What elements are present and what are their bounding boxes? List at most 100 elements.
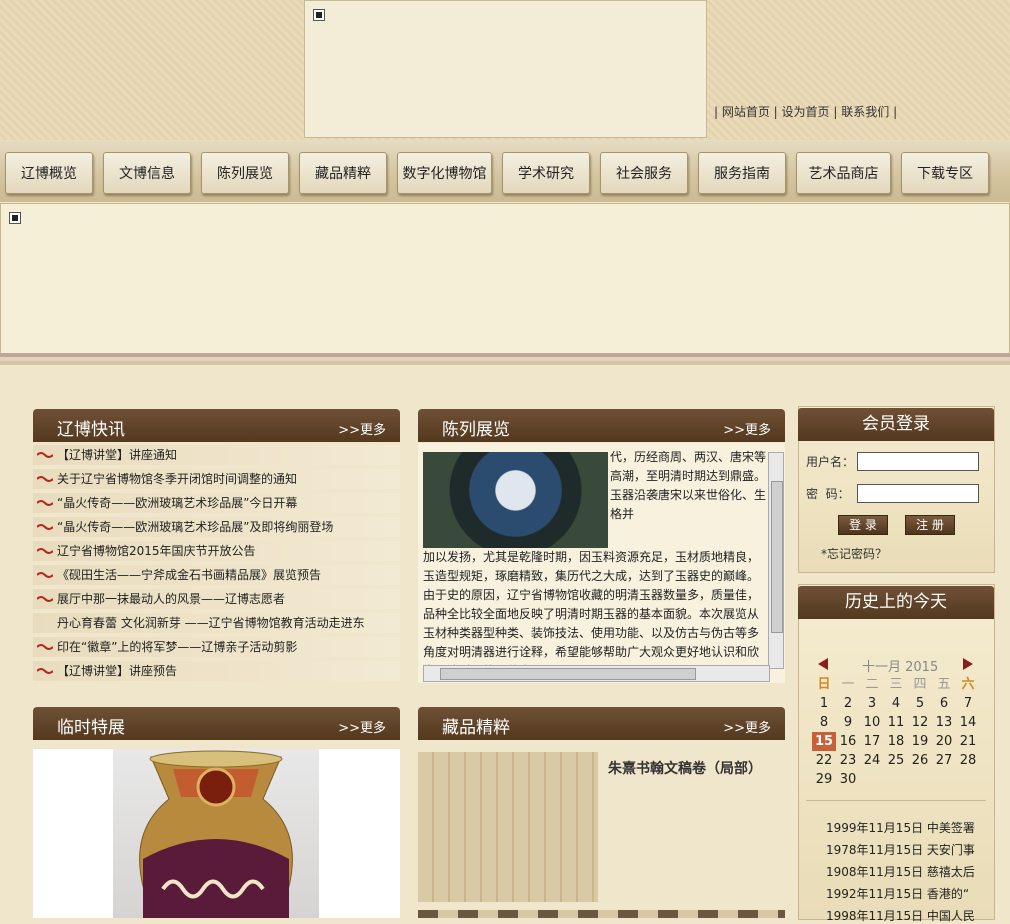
banner-divider <box>0 353 1010 379</box>
history-event[interactable]: 1999年11月15日 中美签署 <box>826 819 975 836</box>
set-homepage-link[interactable]: 设为首页 <box>782 105 830 119</box>
calendar-day[interactable]: 5 <box>908 694 932 713</box>
divider <box>806 800 986 801</box>
history-event[interactable]: 1908年11月15日 慈禧太后 <box>826 863 975 880</box>
calendar-day[interactable]: 11 <box>884 713 908 732</box>
calligraphy-strip-image[interactable] <box>418 910 785 918</box>
header-flash-placeholder <box>304 0 707 138</box>
calligraphy-image[interactable] <box>418 752 598 902</box>
calendar-day[interactable]: 20 <box>932 732 956 751</box>
news-item[interactable]: 丹心育春蕾 文化润新芽 ——辽宁省博物馆教育活动走进东 <box>33 613 400 633</box>
news-item[interactable]: 展厅中那一抹最动人的风景——辽博志愿者 <box>33 589 400 609</box>
news-item[interactable]: “晶火传奇——欧洲玻璃艺术珍品展”今日开幕 <box>33 493 400 513</box>
calendar-day[interactable]: 30 <box>836 770 860 789</box>
weekday-sat: 六 <box>961 677 975 692</box>
calendar-day[interactable]: 27 <box>932 751 956 770</box>
calendar-today[interactable]: 15 <box>812 732 836 751</box>
news-item[interactable]: 【辽博讲堂】讲座通知 <box>33 445 400 465</box>
history-event[interactable]: 1978年11月15日 天安门事 <box>826 841 975 858</box>
news-item-label: 辽宁省博物馆2015年国庆节开放公告 <box>57 544 256 558</box>
glass-vase-image[interactable] <box>113 749 319 919</box>
news-more-link[interactable]: >>更多 <box>338 419 386 438</box>
news-item-label: 关于辽宁省博物馆冬季开闭馆时间调整的通知 <box>57 472 298 486</box>
calendar-day[interactable]: 7 <box>956 694 980 713</box>
calendar-day[interactable]: 22 <box>812 751 836 770</box>
calendar-day[interactable]: 12 <box>908 713 932 732</box>
calendar-day[interactable]: 28 <box>956 751 980 770</box>
calendar-day[interactable]: 1 <box>812 694 836 713</box>
calendar-day[interactable]: 26 <box>908 751 932 770</box>
next-month-icon[interactable] <box>962 657 974 671</box>
nav-art-shop[interactable]: 艺术品商店 <box>796 152 891 194</box>
calendar-day[interactable]: 23 <box>836 751 860 770</box>
nav-collection[interactable]: 藏品精粹 <box>299 152 387 194</box>
calendar-day[interactable]: 8 <box>812 713 836 732</box>
calendar-day[interactable]: 4 <box>884 694 908 713</box>
nav-exhibitions[interactable]: 陈列展览 <box>201 152 289 194</box>
calendar-day[interactable]: 14 <box>956 713 980 732</box>
login-button[interactable]: 登 录 <box>838 515 888 535</box>
bullet-icon <box>37 548 53 554</box>
news-panel-header: 辽博快讯 >>更多 <box>33 409 400 442</box>
exhibition-image[interactable] <box>423 452 608 548</box>
prev-month-icon[interactable] <box>817 657 829 671</box>
nav-news[interactable]: 文博信息 <box>103 152 191 194</box>
exhibition-more-link[interactable]: >>更多 <box>723 419 771 438</box>
calendar-day[interactable]: 6 <box>932 694 956 713</box>
forgot-password-link[interactable]: *忘记密码？ <box>821 545 887 562</box>
scroll-thumb[interactable] <box>440 668 696 680</box>
news-item[interactable]: 《砚田生活——宁斧成金石书画精品展》展览预告 <box>33 565 400 585</box>
nav-research[interactable]: 学术研究 <box>502 152 590 194</box>
calendar-day[interactable]: 9 <box>836 713 860 732</box>
news-item[interactable]: 印在“徽章”上的将军梦——辽博亲子活动剪影 <box>33 637 400 657</box>
calendar-day[interactable]: 19 <box>908 732 932 751</box>
username-input[interactable] <box>857 452 979 471</box>
bullet-icon <box>37 524 53 530</box>
nav-service-guide[interactable]: 服务指南 <box>698 152 786 194</box>
calendar-day[interactable]: 24 <box>860 751 884 770</box>
broken-image-icon <box>9 212 21 224</box>
home-link[interactable]: | 网站首页 | <box>714 105 778 119</box>
calendar-day[interactable]: 2 <box>836 694 860 713</box>
news-item[interactable]: “晶火传奇——欧洲玻璃艺术珍品展”及即将绚丽登场 <box>33 517 400 537</box>
bullet-icon <box>37 572 53 578</box>
news-item-label: “晶火传奇——欧洲玻璃艺术珍品展”今日开幕 <box>57 496 298 510</box>
vertical-scrollbar[interactable] <box>768 452 784 669</box>
calendar-day[interactable]: 21 <box>956 732 980 751</box>
calendar-day[interactable]: 25 <box>884 751 908 770</box>
scroll-thumb[interactable] <box>771 481 783 633</box>
weekday-fri: 五 <box>937 677 951 692</box>
password-label: 密 码： <box>806 487 850 501</box>
nav-downloads[interactable]: 下载专区 <box>901 152 989 194</box>
history-event[interactable]: 1992年11月15日 香港的“ <box>826 885 969 902</box>
password-input[interactable] <box>857 484 979 503</box>
nav-digital-museum[interactable]: 数字化博物馆 <box>397 152 492 194</box>
calendar-day[interactable]: 3 <box>860 694 884 713</box>
collection-more-link[interactable]: >>更多 <box>723 717 771 736</box>
link-separator: | <box>893 105 898 119</box>
horizontal-scrollbar[interactable] <box>423 665 770 682</box>
calendar-day[interactable]: 10 <box>860 713 884 732</box>
collection-caption[interactable]: 朱熹书翰文稿卷（局部） <box>608 758 762 778</box>
history-title: 历史上的今天 <box>798 586 994 619</box>
news-item[interactable]: 【辽博讲堂】讲座预告 <box>33 661 400 681</box>
calendar-day[interactable]: 29 <box>812 770 836 789</box>
register-button[interactable]: 注 册 <box>905 515 955 535</box>
calendar-day[interactable]: 17 <box>860 732 884 751</box>
calendar-day[interactable]: 16 <box>836 732 860 751</box>
news-item[interactable]: 关于辽宁省博物馆冬季开闭馆时间调整的通知 <box>33 469 400 489</box>
temporary-more-link[interactable]: >>更多 <box>338 717 386 736</box>
news-item[interactable]: 辽宁省博物馆2015年国庆节开放公告 <box>33 541 400 561</box>
username-label: 用户名： <box>806 455 855 469</box>
calendar-day[interactable]: 18 <box>884 732 908 751</box>
exhibition-text-body: 加以发扬，尤其是乾隆时期，因玉料资源充足，玉材质地精良，玉造型规矩，琢磨精致，集… <box>423 550 760 678</box>
contact-link[interactable]: 联系我们 <box>841 105 889 119</box>
weekday-tue: 二 <box>865 677 879 692</box>
top-links: | 网站首页 | 设为首页 | 联系我们 | <box>714 103 897 120</box>
history-event[interactable]: 1998年11月15日 中国人民 <box>826 907 975 924</box>
nav-overview[interactable]: 辽博概览 <box>5 152 93 194</box>
calendar-day[interactable]: 13 <box>932 713 956 732</box>
login-title: 会员登录 <box>798 408 994 441</box>
news-item-label: 丹心育春蕾 文化润新芽 ——辽宁省博物馆教育活动走进东 <box>57 616 365 630</box>
nav-social-services[interactable]: 社会服务 <box>600 152 688 194</box>
